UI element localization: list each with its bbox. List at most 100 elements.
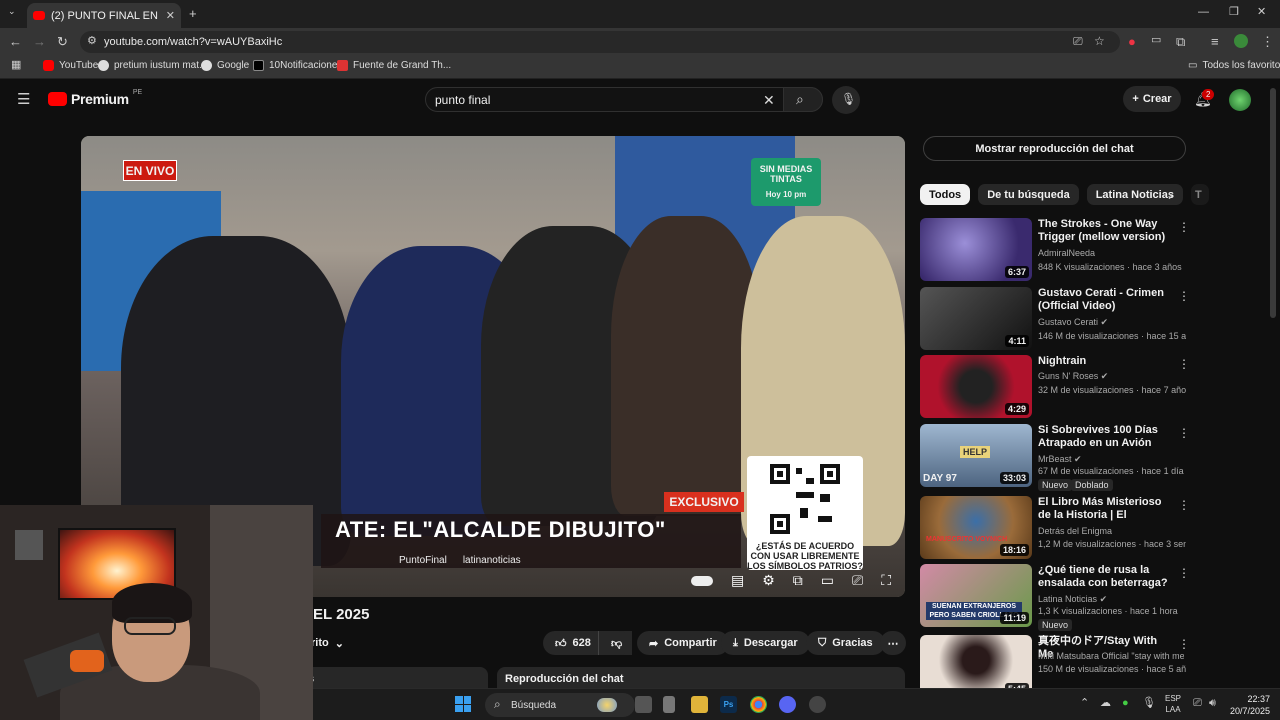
page-scrollbar[interactable]	[1270, 88, 1276, 318]
close-window-icon[interactable]: ✕	[1257, 7, 1266, 18]
search-button[interactable]: ⌕	[783, 87, 823, 112]
share-button[interactable]: ➦ Compartir	[637, 631, 729, 655]
cast-icon[interactable]: ⎚	[852, 572, 863, 589]
fullscreen-icon[interactable]: ⛶	[881, 572, 891, 589]
video-thumbnail[interactable]: 4:29	[920, 355, 1032, 418]
app-icon[interactable]	[663, 696, 675, 713]
start-button[interactable]	[455, 696, 471, 712]
recommended-video[interactable]: HELP DAY 97 33:03 Si Sobrevives 100 Días…	[920, 424, 1190, 491]
video-title[interactable]: El Libro Más Misterioso de la Historia |…	[1038, 496, 1168, 523]
new-tab-icon[interactable]: +	[189, 7, 197, 20]
chevron-right-icon[interactable]: ›	[1168, 188, 1173, 202]
more-options-icon[interactable]: ⋮	[1178, 426, 1190, 440]
file-explorer-icon[interactable]	[691, 696, 708, 713]
more-actions-button[interactable]: ⋯	[880, 631, 906, 655]
description-panel[interactable]: s	[300, 667, 488, 688]
minimize-icon[interactable]: —	[1198, 7, 1209, 18]
language-indicator[interactable]: ESP LAA	[1165, 693, 1181, 715]
site-info-icon[interactable]: ⚙	[87, 36, 97, 47]
video-title[interactable]: ¿Qué tiene de rusa la ensalada con beter…	[1038, 564, 1168, 591]
back-icon[interactable]: ←	[9, 35, 22, 48]
forward-icon[interactable]: →	[33, 35, 46, 48]
app-icon[interactable]	[809, 696, 826, 713]
video-thumbnail[interactable]: MANUSCRITO VOYNICH 18:16	[920, 496, 1032, 559]
cast-icon[interactable]: ⎚	[1073, 35, 1083, 47]
onedrive-icon[interactable]: ☁	[1100, 698, 1111, 709]
chat-replay-panel[interactable]: Reproducción del chat	[497, 667, 905, 688]
chip-partial[interactable]: T	[1190, 184, 1209, 205]
tray-app-icon[interactable]: ●	[1122, 698, 1129, 709]
volume-icon[interactable]: 🔊︎	[1209, 698, 1216, 709]
profile-avatar[interactable]	[1234, 34, 1248, 48]
photoshop-icon[interactable]: Ps	[720, 696, 737, 713]
more-options-icon[interactable]: ⋮	[1178, 357, 1190, 371]
more-options-icon[interactable]: ⋮	[1178, 289, 1190, 303]
autoplay-toggle[interactable]	[690, 575, 713, 586]
reload-icon[interactable]: ↻	[57, 35, 68, 48]
recommended-video[interactable]: 6:37 The Strokes - One Way Trigger (mell…	[920, 218, 1190, 282]
extension-record-icon[interactable]: ●	[1128, 35, 1136, 48]
video-title[interactable]: Si Sobrevives 100 Días Atrapado en un Av…	[1038, 424, 1168, 451]
reading-list-icon[interactable]: ≡	[1211, 35, 1219, 48]
network-icon[interactable]: ⎚	[1193, 698, 1202, 709]
bookmark-star-icon[interactable]: ☆	[1094, 35, 1105, 47]
recommended-video[interactable]: SUENAN EXTRANJEROS PERO SABEN CRIOLLAZO …	[920, 564, 1190, 631]
restore-icon[interactable]: ❐	[1229, 7, 1239, 18]
voice-search-button[interactable]: 🎙︎	[832, 86, 860, 114]
microphone-tray-icon[interactable]: 🎙︎	[1142, 698, 1156, 709]
subtitles-icon[interactable]: ▤	[731, 572, 744, 589]
video-thumbnail[interactable]: HELP DAY 97 33:03	[920, 424, 1032, 487]
recommended-video[interactable]: 4:11 Gustavo Cerati - Crimen (Official V…	[920, 287, 1190, 351]
channel-name[interactable]: Latina Noticias ✔	[1038, 594, 1184, 605]
more-options-icon[interactable]: ⋮	[1178, 566, 1190, 580]
all-bookmarks[interactable]: ▭ Todos los favoritos	[1188, 60, 1280, 71]
theater-mode-icon[interactable]: ▭	[821, 572, 834, 589]
more-options-icon[interactable]: ⋮	[1178, 220, 1190, 234]
recommended-video[interactable]: MANUSCRITO VOYNICH 18:16 El Libro Más Mi…	[920, 496, 1190, 560]
bookmark-notificaciones[interactable]: 10Notificaciones	[253, 60, 342, 71]
chip-all[interactable]: Todos	[920, 184, 971, 205]
task-view-icon[interactable]	[635, 696, 652, 713]
chip-from-search[interactable]: De tu búsqueda	[978, 184, 1079, 205]
system-clock[interactable]: 22:37 20/7/2025	[1230, 693, 1270, 717]
search-input[interactable]: punto final ✕	[425, 87, 823, 112]
chrome-icon[interactable]	[750, 696, 767, 713]
channel-name[interactable]: MrBeast ✔	[1038, 454, 1184, 465]
extension-icon[interactable]: ▭	[1151, 35, 1161, 46]
recommended-video[interactable]: 4:29 Nightrain Guns N' Roses ✔ 32 M de v…	[920, 355, 1190, 419]
video-title[interactable]: Nightrain	[1038, 355, 1168, 368]
download-button[interactable]: ⤓ Descargar	[721, 631, 810, 655]
video-title[interactable]: Gustavo Cerati - Crimen (Official Video)	[1038, 287, 1168, 313]
youtube-logo[interactable]: Premium PE	[48, 89, 142, 107]
dislike-button[interactable]: 👎︎	[598, 631, 631, 655]
video-title[interactable]: The Strokes - One Way Trigger (mellow ve…	[1038, 218, 1168, 245]
more-options-icon[interactable]: ⋮	[1178, 637, 1190, 651]
channel-name[interactable]: Detrás del Enigma	[1038, 526, 1184, 536]
miniplayer-icon[interactable]: ⧉	[793, 572, 803, 589]
bookmark-google[interactable]: Google	[201, 60, 249, 71]
more-options-icon[interactable]: ⋮	[1178, 498, 1190, 512]
create-button[interactable]: + Crear	[1123, 86, 1181, 112]
extensions-puzzle-icon[interactable]: ⧉	[1176, 35, 1185, 48]
clear-search-icon[interactable]: ✕	[763, 93, 775, 107]
video-thumbnail[interactable]: SUENAN EXTRANJEROS PERO SABEN CRIOLLAZO …	[920, 564, 1032, 627]
bookmark-youtube[interactable]: YouTube	[43, 60, 98, 71]
browser-tab-active[interactable]: (2) PUNTO FINAL EN VIVO: 20 DE ✕	[27, 3, 181, 28]
settings-gear-icon[interactable]: ⚙	[762, 572, 775, 589]
channel-name[interactable]: Gustavo Cerati ✔	[1038, 317, 1184, 328]
close-tab-icon[interactable]: ✕	[166, 9, 175, 22]
discord-icon[interactable]	[779, 696, 796, 713]
tray-overflow-icon[interactable]: ⌃	[1080, 698, 1089, 709]
channel-name[interactable]: Miki Matsubara Official "stay with me" ✔	[1038, 651, 1184, 662]
tab-search-icon[interactable]: ⌄	[8, 7, 16, 16]
taskbar-search[interactable]: ⌕ Búsqueda	[485, 693, 635, 717]
bookmark-pretium[interactable]: pretium iustum mat...	[98, 60, 207, 71]
hamburger-menu-icon[interactable]: ☰	[17, 92, 30, 107]
channel-name[interactable]: Guns N' Roses ✔	[1038, 371, 1184, 382]
url-field[interactable]: ⚙ youtube.com/watch?v=wAUYBaxiHc ⎚ ☆	[80, 31, 1120, 53]
thanks-button[interactable]: ⛉ Gracias	[806, 631, 885, 655]
channel-name[interactable]: AdmiralNeeda	[1038, 248, 1184, 258]
apps-grid-icon[interactable]: ▦	[11, 60, 21, 71]
bookmark-grand-theft[interactable]: Fuente de Grand Th...	[337, 60, 451, 71]
video-thumbnail[interactable]: 6:37	[920, 218, 1032, 281]
